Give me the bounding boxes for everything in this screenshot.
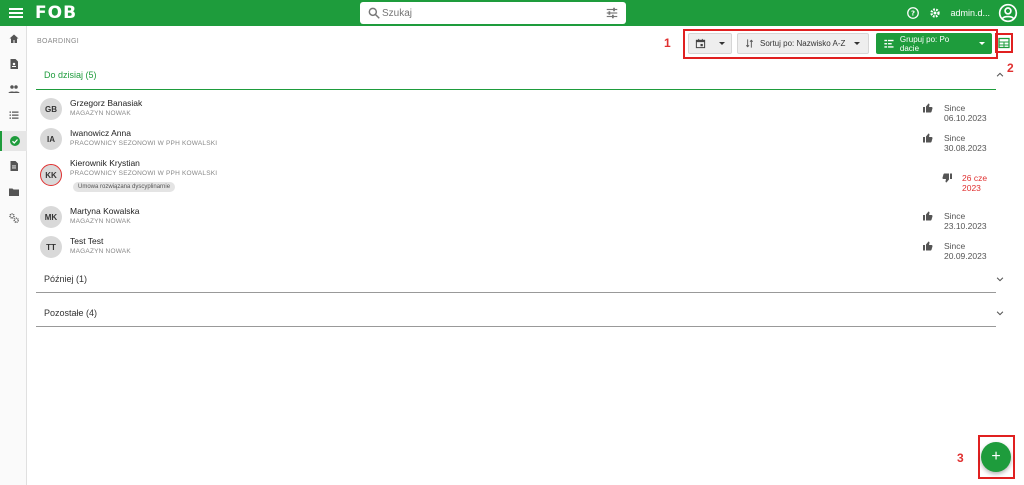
filter-tune-icon[interactable] [605, 6, 619, 20]
sidebar-item-list[interactable] [0, 105, 27, 125]
search-icon [368, 7, 380, 19]
person-name: Test Test [70, 236, 104, 246]
date-filter-button[interactable] [688, 33, 732, 54]
thumbs-up-icon [923, 133, 933, 143]
sort-button[interactable]: Sortuj po: Nazwisko A-Z [737, 33, 869, 54]
top-right-controls: ? admin.d... [906, 3, 1018, 23]
person-organization: MAGAZYN NOWAK [70, 218, 131, 225]
sidebar [0, 26, 27, 485]
sort-icon [745, 39, 754, 48]
avatar: KK [40, 164, 62, 186]
sidebar-item-reports[interactable] [0, 156, 27, 176]
chevron-down-icon[interactable] [995, 274, 1005, 284]
folder-icon [8, 188, 19, 196]
home-icon [9, 34, 18, 43]
group-header-others[interactable]: Pozostałe (4) [36, 298, 1008, 328]
group-button[interactable]: Grupuj po: Po dacie [876, 33, 992, 54]
annotation-3: 3 [957, 451, 964, 465]
list-icon [9, 111, 18, 119]
group-label-others: Pozostałe (4) [44, 308, 98, 318]
menu-icon[interactable] [9, 6, 23, 20]
since-date: Since 06.10.2023 [944, 103, 987, 123]
group-label: Grupuj po: Po dacie [899, 34, 950, 53]
check-circle-icon [9, 136, 20, 146]
list-item[interactable]: IA Iwanowicz Anna PRACOWNICY SEZONOWI W … [36, 124, 1008, 154]
sidebar-item-people[interactable] [0, 79, 27, 99]
search-bar[interactable] [360, 2, 626, 24]
group-divider [36, 292, 996, 293]
sidebar-item-folders[interactable] [0, 182, 27, 202]
user-avatar-icon[interactable] [998, 3, 1018, 23]
chevron-down-icon[interactable] [995, 308, 1005, 318]
chevron-down-icon [979, 42, 985, 45]
person-organization: MAGAZYN NOWAK [70, 248, 131, 255]
avatar: GB [40, 98, 62, 120]
list-item[interactable]: KK Kierownik Krystian PRACOWNICY SEZONOW… [36, 154, 1008, 198]
sidebar-item-documents[interactable] [0, 54, 27, 74]
settings-gears-icon [8, 213, 19, 223]
add-button[interactable]: + [981, 442, 1011, 472]
sidebar-item-boardings[interactable] [0, 131, 27, 151]
app-logo[interactable]: FOB [35, 3, 77, 23]
since-date: Since 23.10.2023 [944, 211, 987, 231]
person-organization: PRACOWNICY SEZONOWI W PPH KOWALSKI [70, 140, 218, 147]
chevron-down-icon [719, 42, 725, 45]
list-item[interactable]: MK Martyna Kowalska MAGAZYN NOWAK Since … [36, 202, 1008, 232]
group-list-icon [884, 39, 894, 48]
group-divider [36, 89, 996, 90]
person-name: Kierownik Krystian [70, 158, 140, 168]
group-label-later: Później (1) [44, 274, 88, 284]
list-item[interactable]: GB Grzegorz Banasiak MAGAZYN NOWAK Since… [36, 94, 1008, 124]
svg-text:?: ? [911, 10, 915, 18]
breadcrumb[interactable]: BOARDINGI [37, 38, 79, 45]
sidebar-item-home[interactable] [0, 29, 27, 49]
group-header-later[interactable]: Później (1) [36, 264, 1008, 294]
group-header-today[interactable]: Do dzisiaj (5) [36, 60, 1008, 90]
group-divider [36, 326, 996, 327]
group-label-today: Do dzisiaj (5) [44, 70, 97, 80]
calendar-icon [695, 38, 706, 49]
chevron-down-icon [854, 42, 861, 45]
since-date: Since 30.08.2023 [944, 133, 987, 153]
since-date: 26 cze 2023 [962, 173, 988, 193]
help-icon[interactable]: ? [906, 6, 920, 20]
person-name: Grzegorz Banasiak [70, 98, 143, 108]
people-icon [8, 85, 19, 93]
thumbs-up-icon [923, 241, 933, 251]
gear-icon[interactable] [928, 6, 942, 20]
sort-label: Sortuj po: Nazwisko A-Z [760, 39, 846, 48]
person-organization: MAGAZYN NOWAK [70, 110, 131, 117]
thumbs-down-icon [942, 173, 952, 183]
avatar: MK [40, 206, 62, 228]
thumbs-up-icon [923, 211, 933, 221]
annotation-1: 1 [664, 36, 671, 50]
sidebar-item-settings[interactable] [0, 208, 27, 228]
person-organization: PRACOWNICY SEZONOWI W PPH KOWALSKI [70, 170, 218, 177]
top-bar: FOB ? admin.d... [0, 0, 1024, 26]
list-item[interactable]: TT Test Test MAGAZYN NOWAK Since 20.09.2… [36, 232, 1008, 262]
avatar: TT [40, 236, 62, 258]
table-view-button[interactable] [995, 33, 1013, 53]
person-name: Martyna Kowalska [70, 206, 140, 216]
annotation-2: 2 [1007, 61, 1014, 75]
person-name: Iwanowicz Anna [70, 128, 131, 138]
user-name[interactable]: admin.d... [950, 8, 990, 18]
thumbs-up-icon [923, 103, 933, 113]
document-icon [10, 161, 18, 171]
avatar: IA [40, 128, 62, 150]
since-date: Since 20.09.2023 [944, 241, 987, 261]
search-input[interactable] [382, 5, 602, 21]
chevron-up-icon[interactable] [995, 70, 1005, 80]
table-icon [998, 37, 1010, 49]
status-badge: Umowa rozwiązana dyscyplinarnie [73, 182, 176, 192]
document-person-icon [10, 59, 18, 69]
